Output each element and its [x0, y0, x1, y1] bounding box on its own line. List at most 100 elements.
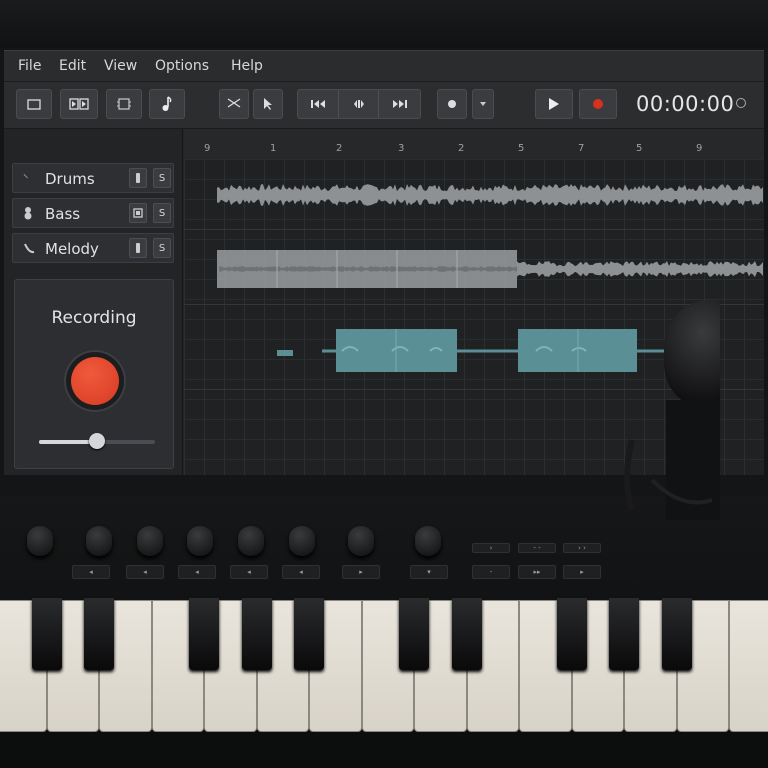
recording-panel: Recording [14, 279, 174, 469]
stop-button[interactable] [339, 90, 380, 118]
solo-button[interactable]: S [153, 203, 171, 223]
mixer-view-button[interactable] [60, 89, 98, 119]
slider-handle[interactable] [89, 433, 105, 449]
monitor-bezel [0, 0, 768, 48]
pad-button[interactable]: - [472, 565, 510, 579]
black-key[interactable] [241, 598, 272, 670]
knob-7[interactable] [348, 526, 374, 556]
fast-forward-button[interactable] [379, 90, 420, 118]
record-icon [71, 357, 119, 405]
record-button[interactable] [579, 89, 617, 119]
box-icon [133, 208, 143, 218]
bass-icon [23, 206, 35, 220]
chevron-down-icon [480, 102, 486, 106]
transport-group [297, 89, 421, 119]
mute-button[interactable] [129, 238, 147, 258]
track-list-panel: ⸌ Drums S Bass S Melody S Recording [4, 129, 183, 475]
pad-button[interactable]: - - [518, 543, 556, 553]
plugin-button[interactable] [106, 89, 142, 119]
menu-options[interactable]: Options [155, 58, 209, 74]
melody-note[interactable] [277, 350, 293, 356]
scissors-icon [227, 98, 241, 108]
black-key[interactable] [609, 598, 639, 670]
mute-button[interactable] [129, 203, 147, 223]
plugin-icon [117, 98, 131, 110]
solo-button[interactable]: S [153, 238, 171, 258]
fast-forward-icon [392, 100, 407, 108]
pad-button[interactable]: ◂ [282, 565, 320, 579]
timecode-display: 00:00:00 [636, 92, 735, 116]
track-header-melody[interactable]: Melody S [12, 233, 174, 263]
solo-button[interactable]: S [153, 168, 171, 188]
menu-bar: File Edit View Options Help [4, 51, 764, 82]
fader-icon [136, 173, 140, 183]
record-icon [593, 99, 603, 109]
knob-5[interactable] [238, 526, 264, 556]
rewind-button[interactable] [298, 90, 339, 118]
drums-waveform[interactable] [217, 184, 763, 206]
black-key[interactable] [556, 598, 587, 670]
music-note-icon [162, 96, 172, 111]
knob-4[interactable] [187, 526, 213, 556]
fader-icon [136, 243, 140, 253]
record-big-button[interactable] [66, 352, 124, 410]
track-name: Bass [45, 205, 81, 223]
black-key[interactable] [84, 598, 114, 670]
dot-icon [448, 100, 456, 108]
drum-icon: ⸌ [23, 172, 29, 185]
window-icon [27, 98, 41, 110]
menu-help[interactable]: Help [231, 58, 263, 74]
track-name: Drums [45, 170, 95, 188]
mute-button[interactable] [129, 168, 147, 188]
track-name: Melody [45, 240, 99, 258]
black-key[interactable] [189, 598, 219, 670]
microphone [624, 300, 720, 520]
menu-edit[interactable]: Edit [59, 58, 86, 74]
pad-button[interactable]: ◂ [126, 565, 164, 579]
pad-button[interactable]: ◂ [178, 565, 216, 579]
pad-button[interactable]: ◂ [230, 565, 268, 579]
rewind-icon [310, 100, 325, 108]
knob-3[interactable] [137, 526, 163, 556]
black-key[interactable] [661, 598, 692, 670]
pointer-icon [264, 98, 272, 110]
pad-button[interactable]: ▸▸ [518, 565, 556, 579]
microphone-grille [664, 300, 720, 410]
play-icon [549, 98, 559, 110]
select-tool-button[interactable] [253, 89, 283, 119]
melody-icon [23, 241, 35, 255]
pad-button[interactable]: › [472, 543, 510, 553]
black-key[interactable] [31, 598, 62, 670]
pad-button[interactable]: ▸ [342, 565, 380, 579]
knob-8[interactable] [415, 526, 441, 556]
options-dropdown[interactable] [472, 89, 494, 119]
knob-2[interactable] [86, 526, 112, 556]
pad-button[interactable]: › › [563, 543, 601, 553]
note-button[interactable] [149, 89, 185, 119]
pad-button[interactable]: ▾ [410, 565, 448, 579]
piano-keys [0, 598, 768, 740]
pause-icon [353, 100, 364, 108]
toolbar: 00:00:00 [4, 82, 764, 129]
track-header-bass[interactable]: Bass S [12, 198, 174, 228]
recording-title: Recording [51, 308, 137, 328]
track-header-drums[interactable]: ⸌ Drums S [12, 163, 174, 193]
menu-file[interactable]: File [18, 58, 41, 74]
bass-waveform-tail [517, 261, 763, 277]
mixer-icon [69, 98, 89, 110]
pad-button[interactable]: ◂ [72, 565, 110, 579]
knob-1[interactable] [27, 526, 53, 556]
knob-6[interactable] [289, 526, 315, 556]
black-key[interactable] [294, 598, 324, 670]
pad-button[interactable]: ▸ [563, 565, 601, 579]
cut-tool-button[interactable] [219, 89, 249, 119]
input-level-slider[interactable] [39, 433, 155, 449]
window-view-button[interactable] [16, 89, 52, 119]
loop-record-button[interactable] [437, 89, 467, 119]
sync-icon[interactable] [736, 98, 746, 108]
play-button[interactable] [535, 89, 573, 119]
white-key[interactable] [729, 600, 768, 732]
black-key[interactable] [399, 598, 429, 670]
menu-view[interactable]: View [104, 58, 137, 74]
black-key[interactable] [451, 598, 482, 670]
